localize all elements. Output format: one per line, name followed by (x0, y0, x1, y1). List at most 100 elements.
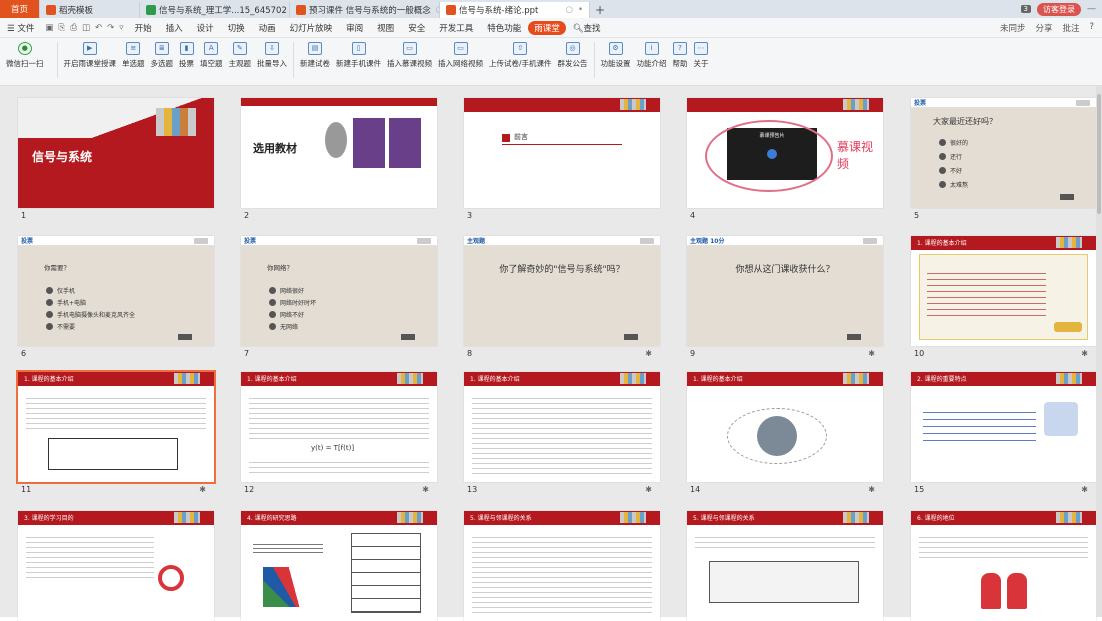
new-tab-button[interactable]: + (590, 2, 610, 18)
slide-thumb[interactable]: 投票 你需要？ 仅手机 手机+电脑 手机电脑摄像头和麦克风齐全 不需要 6 (18, 236, 214, 358)
menu-insert[interactable]: 插入 (159, 22, 190, 34)
wechat-scan-button[interactable]: ● 微信扫一扫 (0, 42, 54, 69)
comment-button[interactable]: 批注 (1062, 22, 1079, 34)
export-icon[interactable]: ⎘ (58, 23, 65, 33)
redo-icon[interactable]: ↷ (107, 23, 114, 33)
slide-thumb[interactable]: 5. 课程与邻课程的关系 (464, 511, 660, 621)
slide-thumb[interactable]: 3. 课程的学习目的 (18, 511, 214, 621)
print-icon[interactable]: ⎙ (70, 23, 77, 33)
menu-yuketang[interactable]: 雨课堂 (528, 20, 566, 35)
upload-button[interactable]: ⇧ 上传试卷/手机课件 (486, 42, 555, 69)
web-video-button[interactable]: ▭ 插入网络视频 (435, 42, 486, 69)
help-ribbon-button[interactable]: ? 帮助 (670, 42, 691, 69)
mooc-video-icon: ▭ (402, 42, 417, 55)
close-tab-icon[interactable]: • (578, 5, 583, 15)
daoke-icon (46, 5, 56, 15)
slide-thumb[interactable]: 主观题 10分 你想从这门课收获什么？ 9 ✱ (687, 236, 883, 358)
slide-thumb[interactable]: 前言 3 (464, 98, 660, 220)
tab-preview[interactable]: 预习课件 信号与系统的一般概念 ○ (290, 2, 440, 18)
intro-button[interactable]: i 功能介绍 (634, 42, 670, 69)
tab-home[interactable]: 首页 (0, 0, 40, 18)
menu-security[interactable]: 安全 (401, 22, 432, 34)
slide-thumb[interactable]: 1. 课程的基本介绍 14 ✱ (687, 372, 883, 494)
preview-icon[interactable]: ◫ (82, 23, 90, 33)
slide-thumb[interactable]: 1. 课程的基本介绍 10 ✱ (911, 236, 1096, 358)
save-icon[interactable]: ▣ (45, 23, 53, 33)
slide-thumb[interactable]: 主观题 你了解奇妙的"信号与系统"吗？ 8 ✱ (464, 236, 660, 358)
menu-devtools[interactable]: 开发工具 (432, 22, 480, 34)
menu-start[interactable]: 开始 (128, 22, 159, 34)
ppt-icon (446, 5, 456, 15)
slide-thumb[interactable]: 投票 你网络？ 网络很好 网络时好时坏 网络不好 无网络 7 (241, 236, 437, 358)
search-menu[interactable]: 🔍︎查找 (566, 22, 608, 34)
menu-bar: ☰ 文件 ▣ ⎘ ⎙ ◫ ↶ ↷ ▿ 开始 插入 设计 切换 动画 幻灯片放映 … (0, 18, 1102, 38)
chevron-down-icon[interactable]: ▿ (119, 23, 123, 33)
mooc-video-button[interactable]: ▭ 插入慕课视频 (384, 42, 435, 69)
document-icon (146, 5, 156, 15)
window-count-badge[interactable]: 3 (1020, 5, 1031, 13)
subjective-button[interactable]: ✎ 主观题 (226, 42, 255, 69)
new-paper-icon: ▤ (308, 42, 322, 55)
vote-button[interactable]: ▮ 投票 (176, 42, 197, 69)
tab-current-ppt[interactable]: 信号与系统-绪论.ppt ○ • (440, 2, 590, 18)
menu-review[interactable]: 审阅 (339, 22, 370, 34)
search-icon: 🔍︎ (572, 23, 584, 34)
slide-thumb[interactable]: 投票 大家最近还好吗？ 很好的 还行 不好 太难熬 5 (911, 98, 1096, 220)
new-paper-button[interactable]: ▤ 新建试卷 (297, 42, 333, 69)
sync-icon: ○ (565, 5, 573, 15)
announce-button[interactable]: ◎ 群发公告 (555, 42, 591, 69)
slide-thumb[interactable]: 信号与系统 1 (18, 98, 214, 220)
relation-diagram (709, 561, 859, 603)
settings-button[interactable]: ⚙ 功能设置 (598, 42, 634, 69)
slide-thumb[interactable]: 1. 课程的基本介绍 11 ✱ (16, 370, 216, 494)
start-class-button[interactable]: ▶ 开启雨课堂授课 (61, 42, 120, 69)
slide-thumb[interactable]: 4. 课程的研究思路 (241, 511, 437, 621)
share-button[interactable]: 分享 (1035, 22, 1052, 34)
help-button[interactable]: ? (1089, 22, 1094, 34)
batch-import-button[interactable]: ⇩ 批量导入 (254, 42, 290, 69)
slide-thumb[interactable]: 1. 课程的基本介绍 y(t) = T[f(t)] 12 ✱ (241, 372, 437, 494)
fill-blank-button[interactable]: A 填空题 (197, 42, 226, 69)
growth-arrows-image (263, 567, 313, 607)
scroll-thumb[interactable] (1097, 94, 1101, 214)
tab-daoke[interactable]: 稻壳模板 (40, 2, 140, 18)
sync-status[interactable]: 未同步 (1000, 22, 1026, 34)
slide-thumb[interactable]: 慕课预告片 慕课视频 4 (687, 98, 883, 220)
menu-slideshow[interactable]: 幻灯片放映 (283, 22, 340, 34)
new-mobile-courseware-button[interactable]: ▯ 新建手机课件 (333, 42, 384, 69)
menu-animation[interactable]: 动画 (252, 22, 283, 34)
multi-choice-icon: ≣ (154, 42, 169, 55)
slide-thumb[interactable]: 1. 课程的基本介绍 13 ✱ (464, 372, 660, 494)
key-icon (1054, 322, 1082, 332)
flowchart (351, 533, 421, 613)
multi-choice-button[interactable]: ≣ 多选题 (148, 42, 177, 69)
undo-icon[interactable]: ↶ (95, 23, 102, 33)
menu-view[interactable]: 视图 (370, 22, 401, 34)
help-icon: ? (673, 42, 688, 55)
upload-icon: ⇧ (513, 42, 528, 55)
animation-star-icon: ✱ (1081, 349, 1088, 358)
new-mobile-courseware-icon: ▯ (351, 42, 366, 55)
fill-blank-icon: A (204, 42, 219, 55)
batch-import-icon: ⇩ (265, 42, 279, 55)
slide-thumb[interactable]: 5. 课程与邻课程的关系 (687, 511, 883, 621)
minimize-button[interactable]: — (1087, 4, 1096, 14)
menu-features[interactable]: 特色功能 (480, 22, 528, 34)
divider (56, 42, 58, 78)
menu-transition[interactable]: 切换 (221, 22, 252, 34)
slide-thumb[interactable]: 选用教材 2 (241, 98, 437, 220)
vertical-scrollbar[interactable] (1096, 86, 1102, 617)
slide-thumb[interactable]: 6. 课程的地位 (911, 511, 1096, 621)
tab-textbook[interactable]: 信号与系统_理工学...15_645702 ○ (140, 2, 290, 18)
wechat-icon: ● (17, 42, 32, 55)
file-menu[interactable]: ☰ 文件 (0, 22, 41, 34)
animation-star-icon: ✱ (199, 485, 206, 494)
settings-icon: ⚙ (608, 42, 623, 55)
divider (593, 42, 595, 78)
visitor-login-button[interactable]: 访客登录 (1037, 2, 1081, 16)
character-image (981, 573, 1001, 609)
slide-thumb[interactable]: 2. 课程的重要特点 15 ✱ (911, 372, 1096, 494)
single-choice-button[interactable]: ≡ 单选题 (119, 42, 148, 69)
about-button[interactable]: ⋯ 关于 (691, 42, 712, 69)
menu-design[interactable]: 设计 (190, 22, 221, 34)
